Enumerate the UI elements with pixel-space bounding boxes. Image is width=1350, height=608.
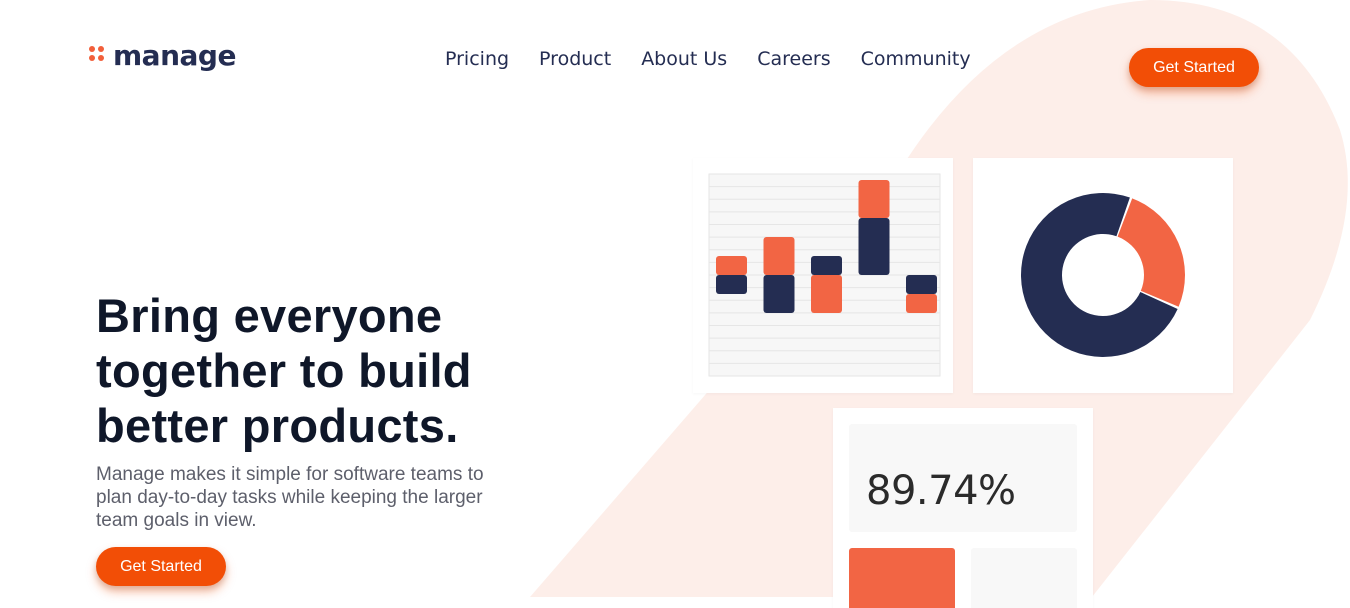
header-get-started-button[interactable]: Get Started bbox=[1129, 48, 1259, 87]
logo-text: manage bbox=[113, 39, 236, 72]
bar-segment bbox=[716, 256, 747, 275]
bar-segment bbox=[763, 237, 795, 275]
bar-segment bbox=[811, 256, 842, 275]
bar-segment bbox=[858, 218, 890, 275]
stat-secondary-box-1 bbox=[849, 548, 955, 608]
stat-main-box: 89.74% bbox=[849, 424, 1077, 532]
nav-link-pricing[interactable]: Pricing bbox=[445, 46, 509, 72]
nav-link-about-us[interactable]: About Us bbox=[641, 46, 727, 72]
logo[interactable]: manage bbox=[89, 40, 236, 72]
bar-chart bbox=[708, 173, 941, 377]
main-nav: Pricing Product About Us Careers Communi… bbox=[445, 46, 971, 72]
donut-slice bbox=[1117, 198, 1185, 307]
bar-segment bbox=[811, 275, 842, 313]
bar-segment bbox=[858, 180, 890, 218]
stats-card: 89.74% bbox=[833, 408, 1093, 608]
nav-link-careers[interactable]: Careers bbox=[757, 46, 830, 72]
bar-segment bbox=[906, 294, 937, 313]
donut-chart-card bbox=[973, 158, 1233, 393]
bar-chart-card bbox=[693, 158, 953, 393]
bar-segment bbox=[763, 275, 795, 313]
hero-title: Bring everyone together to build better … bbox=[96, 289, 472, 452]
bar-segment bbox=[716, 275, 747, 294]
hero-get-started-button[interactable]: Get Started bbox=[96, 547, 226, 586]
nav-link-product[interactable]: Product bbox=[539, 46, 611, 72]
donut-chart bbox=[1021, 193, 1185, 357]
bar-segment bbox=[906, 275, 937, 294]
stat-secondary-box-2 bbox=[971, 548, 1077, 608]
hero-description: Manage makes it simple for software team… bbox=[96, 464, 484, 531]
logo-dots-icon bbox=[89, 46, 105, 66]
nav-link-community[interactable]: Community bbox=[861, 46, 971, 72]
stat-main-value: 89.74% bbox=[866, 468, 1016, 514]
